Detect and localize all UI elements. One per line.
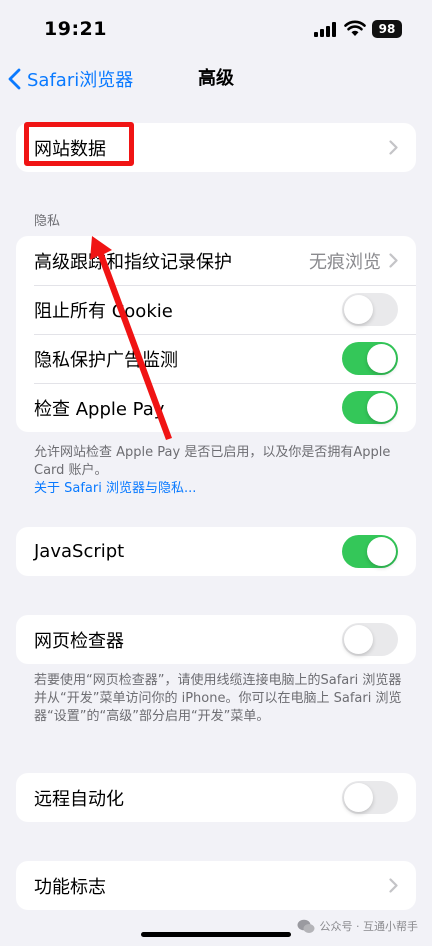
- toggle-knob: [367, 393, 396, 422]
- apple-pay-toggle[interactable]: [342, 391, 398, 424]
- toggle-knob: [344, 625, 373, 654]
- back-button-label: Safari浏览器: [27, 70, 134, 91]
- website-data-group: 网站数据: [16, 123, 416, 172]
- home-indicator: [141, 932, 291, 937]
- chevron-right-icon: [389, 140, 398, 155]
- safari-privacy-link[interactable]: 关于 Safari 浏览器与隐私...: [34, 480, 404, 498]
- javascript-toggle[interactable]: [342, 535, 398, 568]
- toggle-knob: [344, 783, 373, 812]
- status-time: 19:21: [44, 18, 107, 40]
- privacy-ad-toggle[interactable]: [342, 342, 398, 375]
- web-inspector-footer: 若要使用“网页检查器”，请使用线缆连接电脑上的Safari 浏览器并从“开发”菜…: [34, 673, 402, 724]
- privacy-footer-text: 允许网站检查 Apple Pay 是否已启用，以及你是否拥有Apple Card…: [34, 445, 391, 478]
- wifi-icon: [344, 20, 366, 36]
- toggle-knob: [344, 295, 373, 324]
- web-inspector-row: 网页检查器: [16, 615, 416, 664]
- web-inspector-group: 网页检查器: [16, 615, 416, 664]
- feature-flags-group: 功能标志: [16, 861, 416, 910]
- signal-icon: [314, 22, 336, 37]
- tracking-protection-value: 无痕浏览: [309, 251, 381, 273]
- privacy-ad-label: 隐私保护广告监测: [34, 349, 178, 371]
- javascript-group: JavaScript: [16, 527, 416, 576]
- chevron-left-icon: [8, 68, 21, 90]
- chevron-right-icon: [389, 878, 398, 893]
- remote-automation-toggle[interactable]: [342, 781, 398, 814]
- privacy-section-header: 隐私: [34, 214, 61, 229]
- block-cookies-label: 阻止所有 Cookie: [34, 300, 173, 322]
- privacy-group: 高级跟踪和指纹记录保护 无痕浏览 阻止所有 Cookie 隐私保护广告监测 检查…: [16, 236, 416, 432]
- toggle-knob: [367, 537, 396, 566]
- feature-flags-label: 功能标志: [34, 876, 106, 898]
- feature-flags-row[interactable]: 功能标志: [16, 861, 416, 910]
- block-cookies-row: 阻止所有 Cookie: [16, 285, 416, 334]
- status-bar: 19:21 98: [0, 0, 432, 58]
- privacy-ad-row: 隐私保护广告监测: [16, 334, 416, 383]
- javascript-row: JavaScript: [16, 527, 416, 576]
- remote-automation-group: 远程自动化: [16, 773, 416, 822]
- privacy-footer: 允许网站检查 Apple Pay 是否已启用，以及你是否拥有Apple Card…: [34, 444, 404, 498]
- remote-automation-label: 远程自动化: [34, 788, 124, 810]
- watermark-text: 公众号 · 互通小帮手: [319, 920, 419, 933]
- toggle-knob: [367, 344, 396, 373]
- block-cookies-toggle[interactable]: [342, 293, 398, 326]
- javascript-label: JavaScript: [34, 541, 125, 562]
- website-data-row[interactable]: 网站数据: [16, 123, 416, 172]
- apple-pay-row: 检查 Apple Pay: [16, 383, 416, 432]
- back-button[interactable]: Safari浏览器: [8, 64, 133, 94]
- wechat-icon: [297, 919, 314, 933]
- remote-automation-row: 远程自动化: [16, 773, 416, 822]
- watermark: 公众号 · 互通小帮手: [297, 918, 419, 934]
- web-inspector-toggle[interactable]: [342, 623, 398, 656]
- battery-icon: 98: [372, 20, 402, 38]
- tracking-protection-label: 高级跟踪和指纹记录保护: [34, 251, 232, 273]
- website-data-label: 网站数据: [34, 138, 106, 160]
- apple-pay-label: 检查 Apple Pay: [34, 398, 165, 420]
- chevron-right-icon: [389, 253, 398, 268]
- tracking-protection-row[interactable]: 高级跟踪和指纹记录保护 无痕浏览: [16, 236, 416, 285]
- web-inspector-label: 网页检查器: [34, 630, 124, 652]
